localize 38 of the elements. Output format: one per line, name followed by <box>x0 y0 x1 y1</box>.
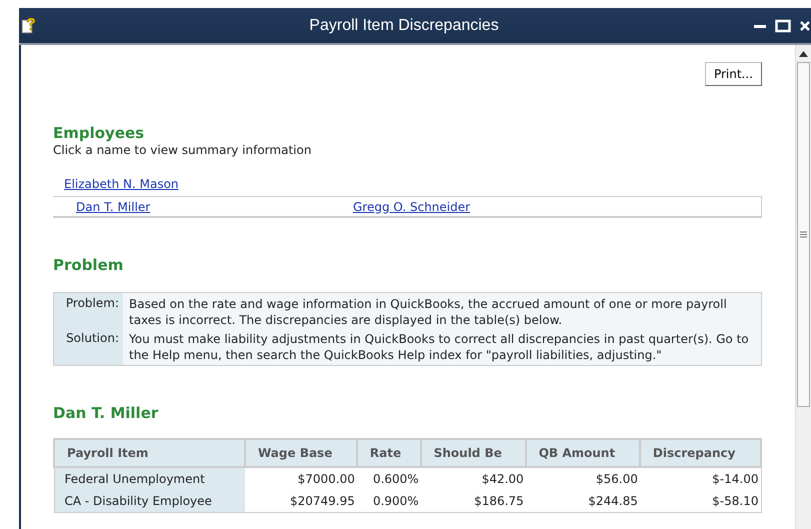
table-cell: 0.900% <box>356 490 421 512</box>
table-cell: $56.00 <box>526 467 640 490</box>
employee-link[interactable]: Gregg O. Schneider <box>353 200 470 214</box>
description-text: Based on the rate and wage information in QuickBooks, the accrued amount of one or more payroll taxes is incorrect. The discrepancies are displayed in the table(s) below. <box>128 296 728 328</box>
section-heading: Dan T. Miller <box>53 404 160 422</box>
scroll-up-icon[interactable] <box>799 51 808 57</box>
column-header: Should Be <box>420 439 526 467</box>
employee-link[interactable]: Dan T. Miller <box>76 200 353 214</box>
column-header: QB Amount <box>526 439 640 467</box>
close-icon[interactable] <box>799 18 811 32</box>
field-label: Problem: <box>64 296 120 312</box>
table-cell: $186.75 <box>420 490 526 512</box>
table-cell: $7000.00 <box>245 467 357 490</box>
table-cell: $244.85 <box>526 490 640 512</box>
table-cell: 0.600% <box>356 467 421 490</box>
table-cell: $42.00 <box>420 467 526 490</box>
scrollbar[interactable] <box>795 45 811 529</box>
field-label: Solution: <box>65 331 120 347</box>
table-cell: $-14.00 <box>640 467 761 490</box>
column-header: Wage Base <box>245 439 357 467</box>
help-document-icon <box>21 16 37 34</box>
section-heading: Employees <box>53 124 146 142</box>
section-heading: Problem <box>53 256 124 274</box>
employee-link[interactable]: Elizabeth N. Mason <box>64 177 179 191</box>
column-header: Discrepancy <box>640 439 761 467</box>
column-header: Payroll Item <box>54 439 245 467</box>
window-title: Payroll Item Discrepancies <box>308 16 500 34</box>
table-cell: Federal Unemployment <box>54 467 245 490</box>
description-text: You must make liability adjustments in QuickBooks to correct all discrepancies in past quarter(s). Go to the Help menu, then search the QuickBooks Help index for "payroll liabilities, adjusting." <box>128 331 750 363</box>
column-header: Rate <box>356 439 421 467</box>
table-cell: $-58.10 <box>640 490 761 512</box>
scroll-thumb[interactable] <box>797 62 810 407</box>
table-cell: CA - Disability Employee <box>54 490 245 512</box>
grip-icon <box>800 231 807 238</box>
maximize-icon[interactable] <box>775 18 791 32</box>
print-button[interactable]: Print... <box>704 62 762 86</box>
hint-text: Click a name to view summary information <box>53 143 312 157</box>
table-cell: $20749.95 <box>245 490 357 512</box>
